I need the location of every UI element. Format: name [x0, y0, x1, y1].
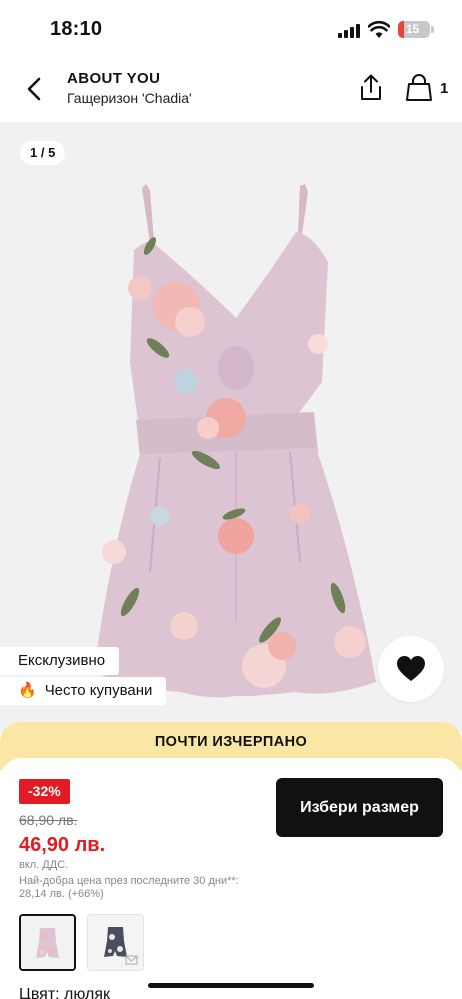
select-size-button[interactable]: Избери размер [276, 778, 443, 837]
popular-tag: 🔥 Често купувани [0, 677, 167, 705]
old-price: 68,90 лв. [19, 812, 78, 828]
back-button[interactable] [20, 72, 48, 106]
discount-badge: -32% [19, 779, 70, 804]
shopping-bag-button[interactable] [404, 72, 434, 106]
wifi-icon [368, 21, 390, 38]
variant-thumbnail-lilac[interactable] [19, 914, 76, 971]
product-header: ABOUT YOU Гащеризон 'Chadia' 1 [0, 58, 462, 122]
brand-name[interactable]: ABOUT YOU [67, 70, 160, 87]
battery-icon: 15 [398, 21, 430, 38]
variant-thumbnail-navy[interactable] [87, 914, 144, 971]
status-time: 18:10 [50, 18, 103, 40]
bag-count: 1 [440, 80, 449, 97]
vat-note: вкл. ДДС. [19, 859, 69, 871]
share-button[interactable] [356, 72, 386, 106]
exclusive-tag-label: Ексклузивно [18, 652, 106, 669]
color-label: Цвят: люляк [19, 986, 111, 999]
status-bar: 18:10 15 [0, 0, 462, 58]
chevron-left-icon [27, 77, 41, 101]
fire-icon: 🔥 [18, 682, 37, 699]
image-pager: 1 / 5 [20, 141, 66, 165]
popular-tag-label: Често купувани [44, 682, 153, 699]
battery-tip [431, 26, 434, 33]
product-gallery[interactable]: 1 / 5 Ексклузивно 🔥 Често купувани [0, 122, 462, 732]
cellular-signal-icon [338, 24, 362, 38]
shopping-bag-icon [406, 74, 432, 101]
product-title: Гащеризон 'Chadia' [67, 90, 192, 106]
home-indicator [148, 983, 314, 988]
share-icon [361, 74, 381, 100]
exclusive-tag: Ексклузивно [0, 647, 120, 675]
battery-level: 15 [405, 22, 420, 36]
heart-icon [397, 656, 425, 681]
best-price-note: Най-добра цена през последните 30 дни**:… [19, 875, 239, 900]
variant-image [88, 915, 143, 970]
purchase-panel: -32% 68,90 лв. 46,90 лв. вкл. ДДС. Най-д… [0, 758, 462, 999]
variant-image [21, 916, 74, 969]
wishlist-button[interactable] [378, 636, 444, 702]
current-price: 46,90 лв. [19, 834, 106, 856]
